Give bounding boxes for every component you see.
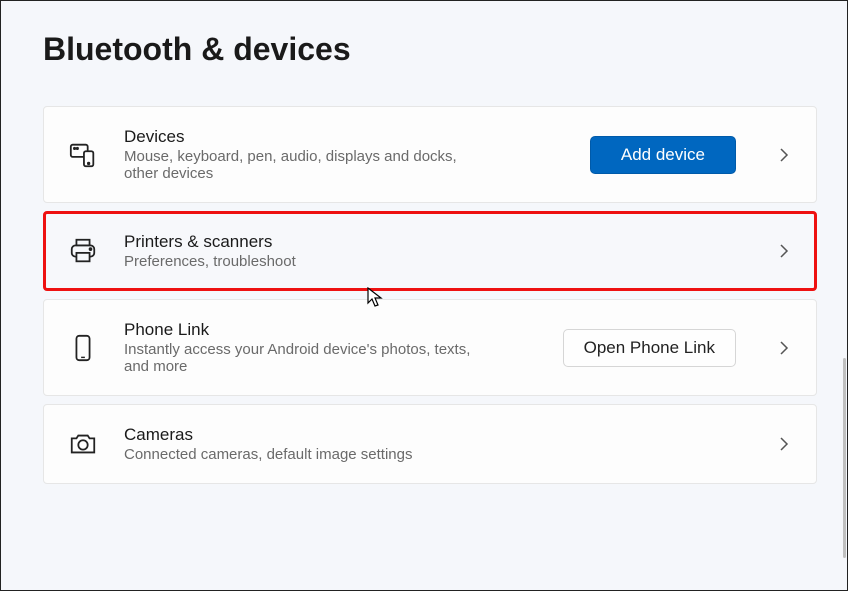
settings-item-devices[interactable]: Devices Mouse, keyboard, pen, audio, dis… [43, 106, 817, 203]
item-subtitle: Mouse, keyboard, pen, audio, displays an… [124, 148, 484, 182]
chevron-right-icon [776, 147, 792, 163]
chevron-right-icon [776, 243, 792, 259]
settings-item-phone-link[interactable]: Phone Link Instantly access your Android… [43, 299, 817, 396]
item-text: Phone Link Instantly access your Android… [124, 320, 537, 375]
phone-icon [68, 333, 98, 363]
item-subtitle: Preferences, troubleshoot [124, 253, 484, 270]
item-title: Devices [124, 127, 564, 147]
item-title: Cameras [124, 425, 736, 445]
item-text: Cameras Connected cameras, default image… [124, 425, 736, 463]
page-title: Bluetooth & devices [1, 1, 847, 68]
item-subtitle: Instantly access your Android device's p… [124, 341, 484, 375]
chevron-right-icon [776, 340, 792, 356]
settings-item-cameras[interactable]: Cameras Connected cameras, default image… [43, 404, 817, 484]
item-subtitle: Connected cameras, default image setting… [124, 446, 484, 463]
item-title: Printers & scanners [124, 232, 736, 252]
item-text: Printers & scanners Preferences, trouble… [124, 232, 736, 270]
settings-list: Devices Mouse, keyboard, pen, audio, dis… [1, 68, 847, 484]
item-text: Devices Mouse, keyboard, pen, audio, dis… [124, 127, 564, 182]
camera-icon [68, 429, 98, 459]
add-device-button[interactable]: Add device [590, 136, 736, 174]
settings-item-printers-scanners[interactable]: Printers & scanners Preferences, trouble… [43, 211, 817, 291]
printer-icon [68, 236, 98, 266]
item-title: Phone Link [124, 320, 537, 340]
chevron-right-icon [776, 436, 792, 452]
open-phone-link-button[interactable]: Open Phone Link [563, 329, 736, 367]
devices-icon [68, 140, 98, 170]
scrollbar[interactable] [843, 358, 846, 558]
